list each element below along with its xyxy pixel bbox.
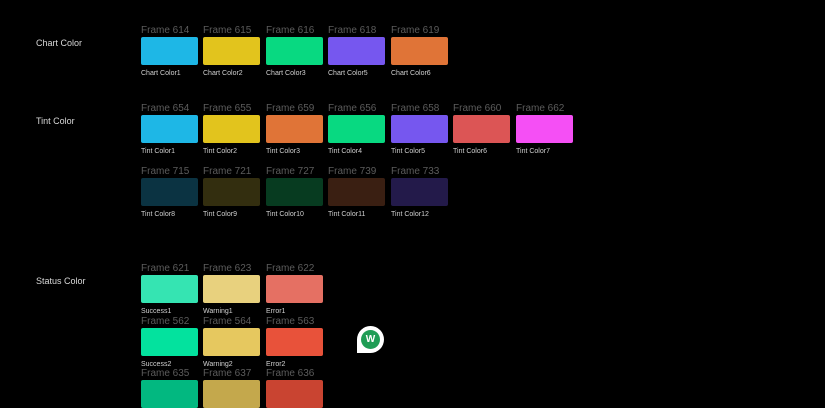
swatch-name: Success1 (141, 308, 172, 315)
frame-label: Frame 564 (203, 316, 252, 327)
color-swatch[interactable] (328, 37, 385, 65)
frame-label: Frame 727 (266, 166, 315, 177)
section-label-status-color: Status Color (36, 276, 86, 286)
color-swatch[interactable] (391, 115, 448, 143)
frame-label: Frame 739 (328, 166, 377, 177)
frame-label: Frame 614 (141, 25, 190, 36)
color-swatch[interactable] (141, 380, 198, 408)
color-swatch[interactable] (203, 380, 260, 408)
swatch-name: Tint Color6 (453, 148, 487, 155)
color-swatch[interactable] (266, 37, 323, 65)
frame-label: Frame 635 (141, 368, 190, 379)
avatar-initial: W (361, 330, 380, 349)
color-swatch[interactable] (203, 275, 260, 303)
swatch-name: Success2 (141, 361, 172, 368)
frame-label: Frame 623 (203, 263, 252, 274)
swatch-name: Warning1 (203, 308, 233, 315)
color-swatch[interactable] (391, 178, 448, 206)
swatch-name: Chart Color2 (203, 70, 243, 77)
frame-label: Frame 615 (203, 25, 252, 36)
swatch-name: Tint Color12 (391, 211, 429, 218)
frame-label: Frame 660 (453, 103, 502, 114)
frame-label: Frame 618 (328, 25, 377, 36)
avatar[interactable]: W (357, 326, 384, 353)
swatch-name: Tint Color3 (266, 148, 300, 155)
swatch-name: Chart Color6 (391, 70, 431, 77)
color-swatch[interactable] (141, 37, 198, 65)
frame-label: Frame 616 (266, 25, 315, 36)
color-swatch[interactable] (203, 37, 260, 65)
swatch-name: Tint Color4 (328, 148, 362, 155)
swatch-name: Tint Color7 (516, 148, 550, 155)
color-swatch[interactable] (141, 115, 198, 143)
swatch-name: Tint Color2 (203, 148, 237, 155)
swatch-name: Tint Color11 (328, 211, 366, 218)
swatch-name: Tint Color9 (203, 211, 237, 218)
swatch-name: Chart Color3 (266, 70, 306, 77)
frame-label: Frame 662 (516, 103, 565, 114)
frame-label: Frame 563 (266, 316, 315, 327)
color-swatch[interactable] (141, 178, 198, 206)
color-swatch[interactable] (141, 275, 198, 303)
swatch-name: Error2 (266, 361, 286, 368)
swatch-name: Tint Color8 (141, 211, 175, 218)
frame-label: Frame 654 (141, 103, 190, 114)
swatch-name: Tint Color5 (391, 148, 425, 155)
frame-label: Frame 721 (203, 166, 252, 177)
frame-label: Frame 621 (141, 263, 190, 274)
color-swatch[interactable] (328, 115, 385, 143)
frame-label: Frame 562 (141, 316, 190, 327)
section-label-tint-color: Tint Color (36, 116, 75, 126)
section-label-chart-color: Chart Color (36, 38, 83, 48)
color-swatch[interactable] (203, 178, 260, 206)
swatch-name: Warning2 (203, 361, 233, 368)
swatch-name: Tint Color10 (266, 211, 304, 218)
color-swatch[interactable] (141, 328, 198, 356)
frame-label: Frame 655 (203, 103, 252, 114)
color-swatch[interactable] (328, 178, 385, 206)
frame-label: Frame 733 (391, 166, 440, 177)
swatch-name: Chart Color5 (328, 70, 368, 77)
frame-label: Frame 656 (328, 103, 377, 114)
color-swatch[interactable] (266, 115, 323, 143)
frame-label: Frame 637 (203, 368, 252, 379)
swatch-name: Tint Color1 (141, 148, 175, 155)
swatch-name: Error1 (266, 308, 286, 315)
color-swatch[interactable] (203, 328, 260, 356)
color-swatch[interactable] (391, 37, 448, 65)
color-swatch[interactable] (266, 380, 323, 408)
frame-label: Frame 659 (266, 103, 315, 114)
frame-label: Frame 715 (141, 166, 190, 177)
color-swatch[interactable] (266, 328, 323, 356)
frame-label: Frame 636 (266, 368, 315, 379)
color-swatch[interactable] (266, 275, 323, 303)
color-swatch[interactable] (266, 178, 323, 206)
frame-label: Frame 658 (391, 103, 440, 114)
frame-label: Frame 619 (391, 25, 440, 36)
color-swatch[interactable] (516, 115, 573, 143)
color-swatch[interactable] (453, 115, 510, 143)
frame-label: Frame 622 (266, 263, 315, 274)
swatch-name: Chart Color1 (141, 70, 181, 77)
color-swatch[interactable] (203, 115, 260, 143)
